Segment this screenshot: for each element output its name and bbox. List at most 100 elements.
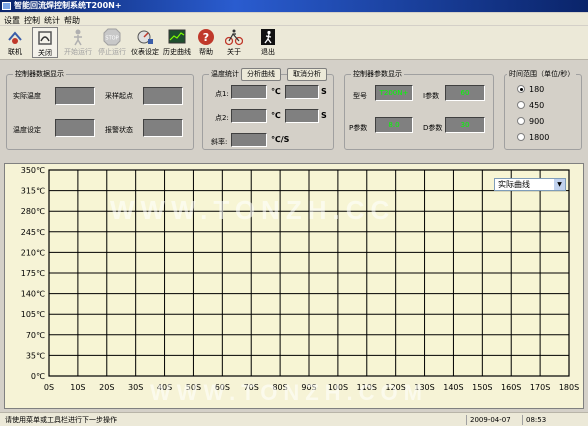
controller-data-group: 控制器数据显示 实际温度 采样起点 温度设定 报警状态 [6,69,194,150]
point1-time-display [285,85,319,99]
x-tick-label: 140S [443,383,463,392]
menu-settings[interactable]: 设置 [4,15,20,26]
y-tick-label: 280℃ [21,207,45,216]
point1-time-unit: S [321,87,327,96]
svg-text:STOP: STOP [105,36,118,42]
point1-label: 点1: [215,90,229,98]
time-range-option-450[interactable]: 450 [517,101,544,110]
sample-start-display [143,87,183,105]
watermark-bottom: WWW.TONZH.COM [150,380,428,405]
x-tick-label: 10S [70,383,85,392]
y-tick-label: 105℃ [21,310,45,319]
controller-params-title: 控制器参数显示 [351,69,404,79]
svg-text:?: ? [203,31,209,44]
point2-time-unit: S [321,111,327,120]
slope-display [231,133,267,147]
curve-type-select[interactable]: 实际曲线 ▼ [494,178,566,191]
time-range-option-180[interactable]: 180 [517,85,544,94]
radio-unselected [517,117,525,125]
x-tick-label: 150S [472,383,492,392]
toolbar: 联机 关闭 开始运行 STOP 停止运行 仪表设定 历史曲线 ? 帮助 关于 退… [0,26,588,60]
connect-icon [8,31,22,44]
temp-setting-label: 温度设定 [13,126,41,134]
i-param-label: I参数 [423,92,440,100]
help-button[interactable]: ? 帮助 [194,27,218,58]
status-time: 08:53 [522,415,582,425]
sample-start-label: 采样起点 [105,92,133,100]
d-param-label: D参数 [423,124,443,132]
temp-stats-title: 温度统计 [209,69,241,79]
time-range-option-900[interactable]: 900 [517,117,544,126]
x-tick-label: 160S [501,383,521,392]
close-connection-button[interactable]: 关闭 [32,27,58,58]
d-param-value: 30 [445,117,485,133]
about-button[interactable]: 关于 [222,27,246,58]
y-tick-label: 140℃ [21,290,45,299]
analyze-curve-button[interactable]: 分析曲线 [241,68,281,81]
slope-unit: ℃/S [271,135,290,144]
y-tick-label: 350℃ [21,166,45,175]
time-range-group: 时间范围（单位/秒） 180 450 900 1800 [504,69,582,150]
status-date: 2009-04-07 [466,415,520,425]
point2-temp-display [231,109,267,123]
p-param-label: P参数 [349,124,368,132]
history-curve-button[interactable]: 历史曲线 [162,27,192,58]
window-title: 智能回流焊控制系统T200N+ [14,1,122,10]
point2-label: 点2: [215,114,229,122]
window-titlebar: 智能回流焊控制系统T200N+ [0,0,588,12]
meter-settings-button[interactable]: 仪表设定 [130,27,160,58]
y-tick-label: 0℃ [31,372,45,381]
close-conn-icon [38,31,52,45]
actual-temp-label: 实际温度 [13,92,41,100]
meter-settings-icon [137,30,153,44]
controller-data-title: 控制器数据显示 [13,69,66,79]
y-tick-label: 245℃ [21,228,45,237]
temp-setting-display [55,119,95,137]
radio-unselected [517,133,525,141]
menu-control[interactable]: 控制 [24,15,40,26]
temp-stats-group: 温度统计 分析曲线 取消分析 点1: ℃ S 点2: ℃ S 斜率: ℃/S [202,68,334,150]
curve-type-value: 实际曲线 [498,180,530,189]
point1-temp-unit: ℃ [271,87,281,96]
time-range-title: 时间范围（单位/秒） [507,69,577,79]
stop-run-button[interactable]: STOP 停止运行 [96,27,128,58]
point1-temp-display [231,85,267,99]
model-value: T200N+ [375,85,413,101]
connect-button[interactable]: 联机 [2,27,28,58]
start-icon [74,29,82,46]
stop-icon: STOP [103,28,121,46]
controller-params-group: 控制器参数显示 型号 T200N+ I参数 60 P参数 8.0 D参数 30 [344,69,494,150]
y-tick-label: 315℃ [21,187,45,196]
p-param-value: 8.0 [375,117,413,133]
about-icon [225,29,243,46]
menu-statistics[interactable]: 统计 [44,15,60,26]
y-tick-label: 35℃ [26,351,45,360]
y-tick-label: 70℃ [26,331,45,340]
cancel-analysis-button[interactable]: 取消分析 [287,68,327,81]
time-range-option-1800[interactable]: 1800 [517,133,549,142]
start-run-button[interactable]: 开始运行 [62,27,94,58]
radio-selected [517,85,525,93]
actual-temp-display [55,87,95,105]
y-tick-label: 175℃ [21,269,45,278]
x-tick-label: 20S [99,383,114,392]
chevron-down-icon: ▼ [554,179,565,190]
exit-button[interactable]: 退出 [256,27,280,58]
slope-label: 斜率: [211,138,228,146]
i-param-value: 60 [445,85,485,101]
alarm-status-label: 报警状态 [105,126,133,134]
x-tick-label: 0S [44,383,54,392]
model-label: 型号 [353,92,367,100]
point2-time-display [285,109,319,123]
status-message: 请使用菜单或工具栏进行下一步操作 [5,416,117,424]
exit-icon [261,29,275,45]
alarm-status-display [143,119,183,137]
y-tick-label: 210℃ [21,248,45,257]
x-tick-label: 30S [128,383,143,392]
status-bar: 请使用菜单或工具栏进行下一步操作 2009-04-07 08:53 [0,412,588,426]
menu-bar: 设置 控制 统计 帮助 [0,13,588,25]
watermark-top: WWW.TONZH.CC [110,195,396,225]
help-icon: ? [198,29,214,45]
history-curve-icon [168,29,186,44]
menu-help[interactable]: 帮助 [64,15,80,26]
